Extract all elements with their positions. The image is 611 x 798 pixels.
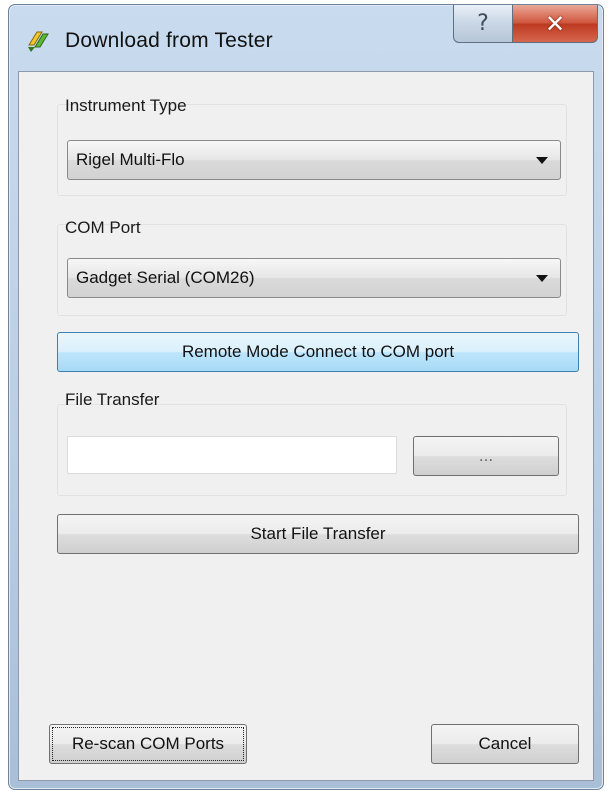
download-arrows-icon (25, 27, 51, 53)
browse-button[interactable]: ... (413, 436, 559, 476)
title-bar[interactable]: Download from Tester ? ✕ (9, 5, 603, 73)
close-button[interactable]: ✕ (512, 5, 598, 43)
instrument-type-value: Rigel Multi-Flo (76, 150, 185, 169)
file-path-input[interactable] (67, 436, 397, 474)
com-port-select[interactable]: Gadget Serial (COM26) (67, 258, 561, 298)
com-port-label: COM Port (65, 218, 141, 237)
rescan-com-ports-button[interactable]: Re-scan COM Ports (49, 724, 247, 764)
close-icon: ✕ (544, 9, 566, 38)
instrument-type-select[interactable]: Rigel Multi-Flo (67, 140, 561, 180)
dialog-window: Download from Tester ? ✕ Instrument Type… (8, 4, 604, 790)
start-file-transfer-button[interactable]: Start File Transfer (57, 514, 579, 554)
instrument-type-label: Instrument Type (65, 96, 187, 115)
remote-connect-button[interactable]: Remote Mode Connect to COM port (57, 332, 579, 372)
chevron-down-icon (536, 275, 548, 282)
com-port-value: Gadget Serial (COM26) (76, 268, 255, 287)
window-title: Download from Tester (65, 29, 273, 52)
dialog-client-area: Instrument Type Rigel Multi-Flo COM Port… (18, 71, 594, 781)
help-icon: ? (477, 11, 489, 36)
help-button[interactable]: ? (453, 5, 513, 43)
chevron-down-icon (536, 157, 548, 164)
file-transfer-label: File Transfer (65, 390, 160, 409)
cancel-button[interactable]: Cancel (431, 724, 579, 764)
